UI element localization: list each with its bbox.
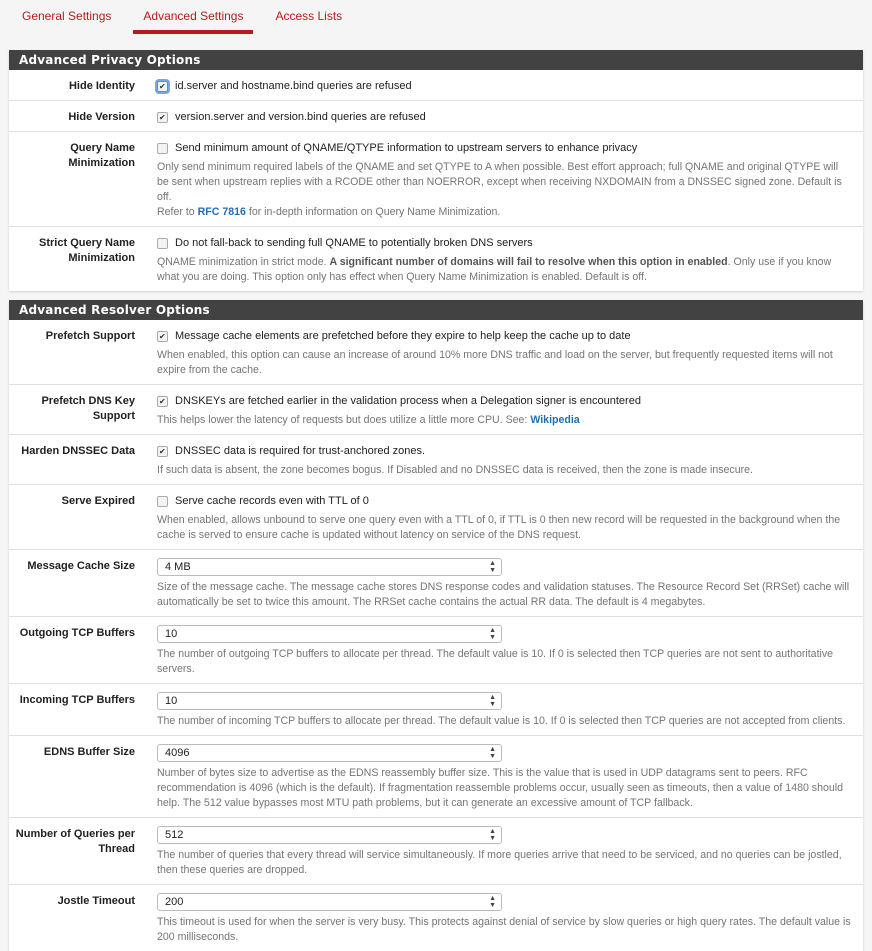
field-label: Incoming TCP Buffers [19,694,135,706]
privacy-panel: Advanced Privacy Options Hide Identity i… [9,50,863,291]
tab-access-lists[interactable]: Access Lists [265,0,352,34]
help-text: Number of bytes size to advertise as the… [157,767,844,809]
msg-cache-select[interactable]: 4 MB ▲ ▼ [157,558,502,576]
select-arrows-icon: ▲ ▼ [489,560,496,574]
queries-row: Number of Queries per Thread 512 ▲ ▼ The n… [9,818,863,885]
out-tcp-select[interactable]: 10 ▲ ▼ [157,625,502,643]
wikipedia-link[interactable]: Wikipedia [530,414,579,426]
help-text: When enabled, allows unbound to serve on… [157,514,841,541]
prefetch-checkbox[interactable] [157,329,168,345]
help-text: When enabled, this option can cause an i… [157,349,833,376]
help-line: QNAME minimization in strict mode. [157,256,330,268]
checkbox-text: DNSKEYs are fetched earlier in the valid… [175,395,641,407]
help-text: This helps lower the latency of requests… [157,413,851,428]
tab-bar: General Settings Advanced Settings Acces… [0,0,872,34]
strict-qname-checkbox[interactable] [157,237,168,249]
help-text: The number of outgoing TCP buffers to al… [157,648,834,675]
hide-identity-row: Hide Identity id.server and hostname.bin… [9,70,863,101]
help-text: This timeout is used for when the server… [157,916,851,943]
checkbox-text: Send minimum amount of QNAME/QTYPE infor… [175,142,638,154]
help-line: Refer to [157,206,198,218]
select-value: 512 [165,829,184,841]
hide-version-checkbox[interactable] [157,110,168,126]
checkbox-text: version.server and version.bind queries … [175,111,426,123]
field-label: Outgoing TCP Buffers [19,627,135,639]
strict-qname-row: Strict Query Name Minimization Do not fa… [9,227,863,291]
help-text: The number of incoming TCP buffers to al… [157,715,846,727]
prefetch-key-row: Prefetch DNS Key Support DNSKEYs are fet… [9,385,863,435]
edns-row: EDNS Buffer Size 4096 ▲ ▼ Number of bytes … [9,736,863,818]
harden-dnssec-checkbox[interactable] [157,444,168,460]
field-label: Hide Version [68,111,135,123]
select-value: 4 MB [165,561,191,573]
checkbox-text: DNSSEC data is required for trust-anchor… [175,445,426,457]
field-label: Serve Expired [61,495,135,507]
field-label: Hide Identity [68,80,135,92]
jostle-row: Jostle Timeout 200 ▲ ▼ This timeout is use… [9,885,863,951]
panel-title: Advanced Privacy Options [9,50,863,70]
panel-title: Advanced Resolver Options [9,300,863,320]
help-line: for in-depth information on Query Name M… [245,206,501,218]
field-label: Jostle Timeout [57,895,135,907]
resolver-panel: Advanced Resolver Options Prefetch Suppo… [9,300,863,951]
serve-expired-checkbox[interactable] [157,495,168,507]
field-label: Query Name Minimization [68,142,135,169]
prefetch-row: Prefetch Support Message cache elements … [9,320,863,385]
in-tcp-select[interactable]: 10 ▲ ▼ [157,692,502,710]
edns-select[interactable]: 4096 ▲ ▼ [157,744,502,762]
select-value: 200 [165,896,184,908]
checkbox-text: Serve cache records even with TTL of 0 [175,495,369,507]
tab-advanced-settings[interactable]: Advanced Settings [133,0,254,34]
field-label: Number of Queries per Thread [15,828,135,855]
field-label: Prefetch DNS Key Support [41,395,135,422]
prefetch-key-checkbox[interactable] [157,394,168,410]
field-label: Message Cache Size [27,560,135,572]
field-label: Harden DNSSEC Data [21,445,135,457]
select-arrows-icon: ▲ ▼ [489,895,496,909]
select-value: 4096 [165,747,190,759]
select-arrows-icon: ▲ ▼ [489,828,496,842]
help-text: QNAME minimization in strict mode. A sig… [157,255,851,285]
select-arrows-icon: ▲ ▼ [489,746,496,760]
hide-identity-checkbox[interactable] [157,79,168,95]
help-text: Only send minimum required labels of the… [157,160,851,220]
select-value: 10 [165,695,178,707]
hide-version-row: Hide Version version.server and version.… [9,101,863,132]
help-text: The number of queries that every thread … [157,849,842,876]
select-value: 10 [165,628,178,640]
jostle-select[interactable]: 200 ▲ ▼ [157,893,502,911]
checkbox-text: Message cache elements are prefetched be… [175,330,631,342]
serve-expired-row: Serve Expired Serve cache records even w… [9,485,863,550]
help-text: Size of the message cache. The message c… [157,581,850,608]
rfc-7816-link[interactable]: RFC 7816 [198,206,246,218]
checkbox-text: Do not fall-back to sending full QNAME t… [175,237,533,249]
qname-min-checkbox[interactable] [157,142,168,154]
help-text: If such data is absent, the zone becomes… [157,464,753,476]
tab-general-settings[interactable]: General Settings [12,0,121,34]
select-arrows-icon: ▲ ▼ [489,694,496,708]
field-label: Strict Query Name Minimization [39,237,135,264]
help-line: This helps lower the latency of requests… [157,414,531,426]
field-label: Prefetch Support [45,330,135,342]
qname-min-row: Query Name Minimization Send minimum amo… [9,132,863,227]
out-tcp-row: Outgoing TCP Buffers 10 ▲ ▼ The number of … [9,617,863,684]
warning-text: A significant number of domains will fai… [329,256,728,268]
field-label: EDNS Buffer Size [43,746,135,758]
harden-dnssec-row: Harden DNSSEC Data DNSSEC data is requir… [9,435,863,485]
msg-cache-row: Message Cache Size 4 MB ▲ ▼ Size of the me… [9,550,863,617]
select-arrows-icon: ▲ ▼ [489,627,496,641]
queries-select[interactable]: 512 ▲ ▼ [157,826,502,844]
checkbox-text: id.server and hostname.bind queries are … [175,80,412,92]
in-tcp-row: Incoming TCP Buffers 10 ▲ ▼ The number of … [9,684,863,736]
help-line: Only send minimum required labels of the… [157,161,842,203]
